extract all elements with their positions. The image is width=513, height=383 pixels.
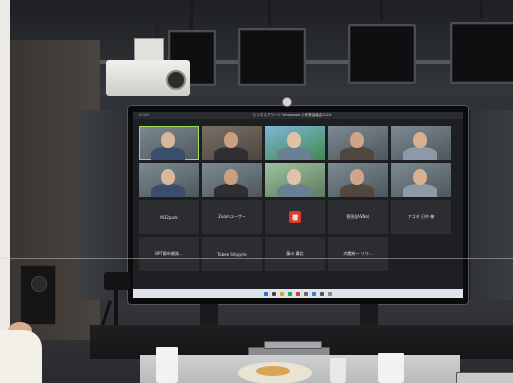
cup <box>330 358 346 383</box>
photo-line <box>0 258 513 259</box>
participant-name-tile[interactable]: BPT都市開発... <box>139 237 199 271</box>
cup <box>378 353 404 383</box>
taskbar-app-icon[interactable] <box>272 291 276 296</box>
participant-face <box>287 132 301 148</box>
participant-name: BPT都市開発... <box>155 251 183 256</box>
glass-panel-right <box>468 110 513 300</box>
participant-name: 藤川 壽比 <box>286 251 304 256</box>
avatar: 櫻 <box>265 200 325 234</box>
webcam <box>282 97 292 107</box>
tripod-leg <box>114 290 118 330</box>
participant-body <box>277 147 311 160</box>
participant-name-tile[interactable]: M32park <box>139 200 199 234</box>
participant-name-tile[interactable]: Zoomユーザー <box>202 200 262 234</box>
monitor-mount <box>190 0 193 30</box>
food <box>256 366 290 376</box>
avatar-badge: 櫻 <box>289 211 301 223</box>
participant-face <box>350 132 364 148</box>
taskbar-app-icon[interactable] <box>280 291 284 296</box>
taskbar-app-icon[interactable] <box>296 291 300 296</box>
speaker-cone <box>31 276 47 292</box>
participant-video-tile[interactable] <box>139 126 199 160</box>
participant-body <box>151 184 185 197</box>
participant-face <box>413 169 427 185</box>
participant-face <box>350 169 364 185</box>
object <box>456 372 513 383</box>
monitor-mount <box>268 0 271 26</box>
tv-screen: ZOOM ビジネスアワード Wholesale 小売業協議会2024 M32pa… <box>133 112 463 298</box>
projector-rod <box>155 0 159 40</box>
taskbar-app-icon[interactable] <box>312 291 316 296</box>
participant-body <box>340 184 374 197</box>
participant-name-tile[interactable]: 菅田(JASNo) <box>328 200 388 234</box>
participant-name-tile[interactable]: Tobee Shipyrie <box>202 237 262 271</box>
participant-name-tile[interactable]: アゴタ 日中 僚 <box>391 200 451 234</box>
participant-face <box>287 169 301 185</box>
participant-name: 内閣府ー リウ... <box>343 251 373 256</box>
participant-video-tile[interactable] <box>328 126 388 160</box>
participant-face <box>161 169 175 185</box>
participant-body <box>403 184 437 197</box>
participant-name-tile[interactable]: 内閣府ー リウ... <box>328 237 388 271</box>
window-title-bar: ZOOM ビジネスアワード Wholesale 小売業協議会2024 <box>133 112 463 119</box>
participant-name: Tobee Shipyrie <box>217 251 247 257</box>
app-label: ZOOM <box>139 113 149 117</box>
conference-room-photo: ZOOM ビジネスアワード Wholesale 小売業協議会2024 M32pa… <box>0 0 513 383</box>
ceiling-monitor <box>450 22 513 84</box>
participant-face <box>413 132 427 148</box>
participant-body <box>151 147 185 160</box>
participant-body <box>403 147 437 160</box>
taskbar-app-icon[interactable] <box>328 291 332 296</box>
person-arm <box>0 330 42 383</box>
participant-body <box>214 184 248 197</box>
participant-video-tile[interactable] <box>328 163 388 197</box>
participant-video-tile[interactable] <box>139 163 199 197</box>
participant-name: M32park <box>160 214 178 220</box>
taskbar-app-icon[interactable] <box>264 291 268 296</box>
white-edge <box>0 0 10 383</box>
participant-video-tile[interactable] <box>202 163 262 197</box>
participant-body <box>214 147 248 160</box>
participant-video-tile[interactable] <box>265 163 325 197</box>
taskbar-app-icon[interactable] <box>320 291 324 296</box>
ceiling-monitor <box>238 28 306 86</box>
participant-name: アゴタ 日中 僚 <box>407 214 435 219</box>
speaker <box>20 265 56 325</box>
taskbar-app-icon[interactable] <box>288 291 292 296</box>
participant-name-tile[interactable]: 藤川 壽比 <box>265 237 325 271</box>
taskbar <box>133 289 463 298</box>
taskbar-app-icon[interactable] <box>304 291 308 296</box>
cup <box>156 347 178 383</box>
projector-lens <box>166 70 186 90</box>
participant-name-tile[interactable]: 櫻 <box>265 200 325 234</box>
participant-face <box>161 132 175 148</box>
projector <box>106 60 190 96</box>
monitor-mount <box>480 0 483 18</box>
ceiling-monitor <box>348 24 416 84</box>
participant-video-tile[interactable] <box>202 126 262 160</box>
participant-video-tile[interactable] <box>391 126 451 160</box>
participant-face <box>224 169 238 185</box>
video-camera <box>104 272 130 290</box>
monitor-mount <box>380 0 383 20</box>
participant-body <box>277 184 311 197</box>
participant-video-tile[interactable] <box>265 126 325 160</box>
participant-name: Zoomユーザー <box>218 214 246 219</box>
participant-face <box>224 132 238 148</box>
participant-name: 菅田(JASNo) <box>346 214 370 219</box>
participant-video-tile[interactable] <box>391 163 451 197</box>
window-title: ビジネスアワード Wholesale 小売業協議会2024 <box>253 113 332 117</box>
av-device <box>264 341 322 349</box>
participant-body <box>340 147 374 160</box>
